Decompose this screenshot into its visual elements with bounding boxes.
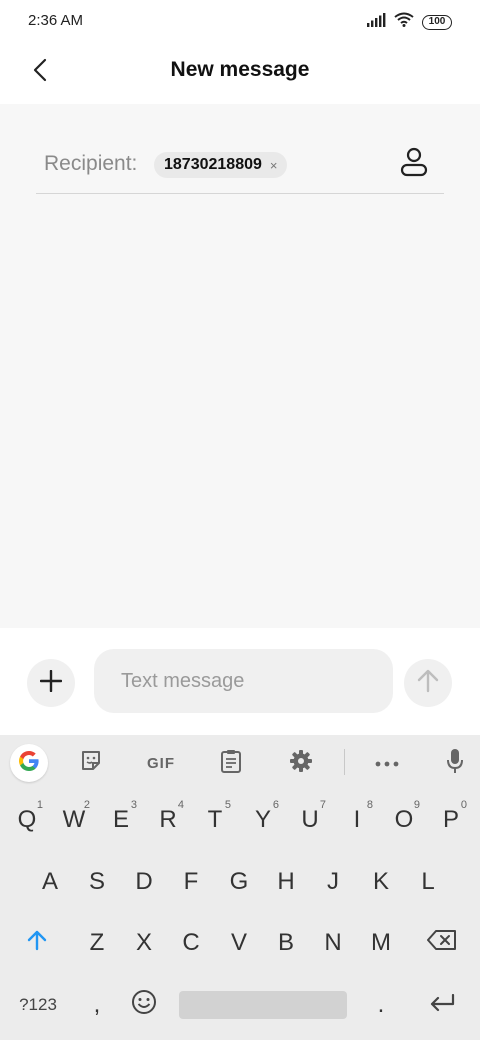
key-n[interactable]: N xyxy=(313,918,353,968)
key-y[interactable]: Y6 xyxy=(243,795,283,845)
gif-label: GIF xyxy=(147,754,175,772)
plus-icon xyxy=(39,669,63,697)
key-x[interactable]: X xyxy=(124,918,164,968)
recipient-label: Recipient: xyxy=(44,152,138,175)
key-u[interactable]: U7 xyxy=(290,795,330,845)
microphone-icon xyxy=(446,748,464,779)
voice-input-button[interactable] xyxy=(436,744,474,782)
key-l[interactable]: L xyxy=(408,857,448,907)
key-c[interactable]: C xyxy=(171,918,211,968)
enter-icon xyxy=(429,991,455,1019)
space-key[interactable] xyxy=(179,991,347,1019)
sticker-button[interactable] xyxy=(72,744,110,782)
gear-icon xyxy=(289,749,313,778)
period-key[interactable]: . xyxy=(361,980,401,1030)
comma-key[interactable]: , xyxy=(77,980,117,1030)
symbols-key[interactable]: ?123 xyxy=(14,980,62,1030)
clipboard-button[interactable] xyxy=(212,744,250,782)
signal-icon xyxy=(366,12,386,32)
message-input[interactable] xyxy=(94,649,393,713)
key-j[interactable]: J xyxy=(313,857,353,907)
key-b[interactable]: B xyxy=(266,918,306,968)
key-v[interactable]: V xyxy=(219,918,259,968)
key-f[interactable]: F xyxy=(171,857,211,907)
shift-arrow-icon xyxy=(27,929,47,958)
key-e[interactable]: E3 xyxy=(101,795,141,845)
key-p[interactable]: P0 xyxy=(431,795,471,845)
person-icon xyxy=(400,147,428,182)
clipboard-icon xyxy=(220,749,242,778)
key-a[interactable]: A xyxy=(30,857,70,907)
backspace-icon xyxy=(427,929,457,957)
remove-recipient-button[interactable]: × xyxy=(270,158,278,173)
key-m[interactable]: M xyxy=(361,918,401,968)
conversation-area: Recipient: 18730218809 × xyxy=(0,104,480,628)
google-button[interactable] xyxy=(10,744,48,782)
header: New message xyxy=(0,40,480,104)
key-w[interactable]: W2 xyxy=(54,795,94,845)
key-o[interactable]: O9 xyxy=(384,795,424,845)
emoji-key[interactable] xyxy=(124,980,164,1030)
select-contact-button[interactable] xyxy=(398,147,430,182)
recipient-chip[interactable]: 18730218809 × xyxy=(154,152,288,178)
key-s[interactable]: S xyxy=(77,857,117,907)
send-button[interactable] xyxy=(404,659,452,707)
more-button[interactable] xyxy=(368,744,406,782)
add-attachment-button[interactable] xyxy=(27,659,75,707)
sticker-icon xyxy=(79,749,103,778)
emoji-icon xyxy=(131,989,157,1022)
google-g-icon xyxy=(17,749,41,778)
key-i[interactable]: I8 xyxy=(337,795,377,845)
key-t[interactable]: T5 xyxy=(195,795,235,845)
status-bar: 2:36 AM 100 xyxy=(0,0,480,40)
key-z[interactable]: Z xyxy=(77,918,117,968)
recipient-row[interactable]: Recipient: 18730218809 × xyxy=(36,144,444,194)
recipient-chip-text: 18730218809 xyxy=(164,156,262,173)
gif-button[interactable]: GIF xyxy=(140,744,182,782)
shift-key[interactable] xyxy=(17,918,57,968)
page-title: New message xyxy=(170,58,310,81)
status-icons: 100 xyxy=(366,12,452,32)
key-r[interactable]: R4 xyxy=(148,795,188,845)
enter-key[interactable] xyxy=(420,980,464,1030)
toolbar-divider xyxy=(344,749,345,775)
keyboard: GIF Q 1 W 2 E 3 R 4 T 5 Y 6 U 7 I 8 O 9 … xyxy=(0,735,480,1040)
backspace-key[interactable] xyxy=(420,918,464,968)
settings-button[interactable] xyxy=(282,744,320,782)
keyboard-toolbar: GIF xyxy=(0,735,480,789)
key-h[interactable]: H xyxy=(266,857,306,907)
battery-icon: 100 xyxy=(422,14,452,30)
key-q[interactable]: Q1 xyxy=(7,795,47,845)
compose-bar xyxy=(0,628,480,735)
key-g[interactable]: G xyxy=(219,857,259,907)
key-k[interactable]: K xyxy=(361,857,401,907)
more-horizontal-icon xyxy=(375,754,399,772)
status-time: 2:36 AM xyxy=(28,12,84,29)
arrow-up-icon xyxy=(417,669,439,698)
key-d[interactable]: D xyxy=(124,857,164,907)
wifi-icon xyxy=(394,12,414,32)
